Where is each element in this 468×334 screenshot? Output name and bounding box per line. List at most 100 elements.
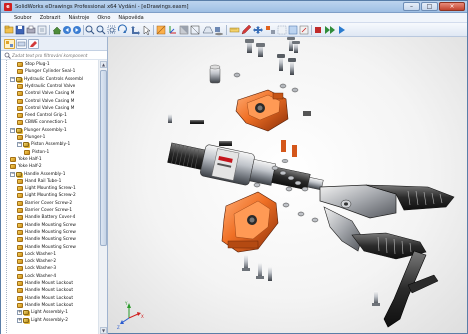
pan-icon[interactable] [131, 26, 140, 35]
options-icon[interactable] [37, 25, 47, 35]
tree-item[interactable]: Handle Battery Cover-4 [17, 214, 75, 221]
previous-icon[interactable] [63, 26, 71, 34]
search-icon [4, 52, 11, 59]
mark-up-icon[interactable] [241, 24, 252, 35]
menu-zobrazit[interactable]: Zobrazit [36, 13, 65, 22]
part-icon [17, 200, 23, 206]
transparency-icon[interactable] [288, 25, 298, 35]
zoom-area-icon[interactable] [107, 25, 116, 34]
tree-item[interactable]: Hand Rail Tube-1 [17, 178, 61, 185]
search-input[interactable] [12, 52, 104, 59]
tree-item[interactable]: Handle Mount Lockout [17, 287, 73, 294]
zoom-fit-icon[interactable] [85, 25, 95, 35]
stop-plug-icon[interactable] [209, 64, 221, 84]
tree-item[interactable]: − Plunger Assembly-1 [10, 127, 67, 134]
handle-icon[interactable] [383, 250, 439, 328]
collapse-icon[interactable]: − [10, 76, 15, 82]
maximize-icon[interactable]: □ [421, 2, 438, 11]
menu-soubor[interactable]: Soubor [10, 13, 36, 22]
close-icon[interactable]: × [439, 2, 465, 11]
tree-item[interactable]: Lock Washer-3 [17, 265, 56, 272]
expand-icon[interactable]: + [17, 310, 22, 316]
tree-item[interactable]: Feed Control Grip-1 [17, 112, 67, 119]
triad-x-label: X [141, 314, 144, 319]
menu-okno[interactable]: Okno [93, 13, 114, 22]
wireframe-icon[interactable] [190, 25, 200, 35]
tree-item[interactable]: Hydraulic Control Valve [17, 83, 75, 90]
tree-item[interactable]: Control Valve Casing M [17, 90, 74, 97]
collapse-icon[interactable]: − [10, 127, 15, 133]
tree-item[interactable]: Handle Mounting Screw [17, 229, 76, 236]
tree-item[interactable]: Handle Mount Lockout [17, 295, 73, 302]
perspective-icon[interactable] [202, 26, 214, 34]
measure-icon[interactable] [229, 27, 240, 33]
rotate-icon[interactable] [117, 24, 127, 33]
scroll-thumb[interactable] [100, 70, 107, 246]
screw-icon[interactable] [245, 37, 300, 75]
select-icon[interactable] [143, 25, 151, 36]
configurations-icon[interactable] [16, 39, 27, 49]
print-icon[interactable] [26, 25, 36, 34]
tree-item[interactable]: + Light Assembly-2 [17, 317, 68, 324]
play-icon[interactable] [339, 26, 345, 34]
tree-item[interactable]: Handle Mount Lockout [17, 280, 73, 287]
tree-item[interactable]: + Light Assembly-1 [17, 309, 68, 316]
tree-item[interactable]: Lock Washer-1 [17, 251, 56, 258]
components-icon[interactable] [4, 39, 15, 49]
shadows-icon[interactable] [215, 27, 223, 36]
tree-item[interactable]: Yoke Half-2 [10, 163, 42, 170]
scroll-down-icon[interactable]: ▼ [100, 327, 107, 334]
tree-item[interactable]: − Handle Assembly-1 [10, 171, 65, 178]
3d-pointer-icon[interactable] [169, 26, 176, 34]
tree-item[interactable]: Barrier Cover Screw-2 [17, 200, 72, 207]
tree-item[interactable]: CBWE connection-1 [17, 119, 67, 126]
menu-napoveda[interactable]: Nápověda [114, 13, 147, 22]
tree-item[interactable]: Control Valve Casing M [17, 105, 74, 112]
zoom-icon[interactable] [96, 25, 106, 35]
tree-item[interactable]: Plunger-1 [17, 134, 45, 141]
tree-item[interactable]: Piston-1 [24, 149, 49, 156]
tree-item[interactable]: Handle Mount Lockout [17, 302, 73, 309]
explode-icon[interactable] [266, 26, 275, 34]
tree-item[interactable]: Light Mounting Screw-1 [17, 185, 76, 192]
hide-icon[interactable] [277, 25, 287, 35]
expand-icon[interactable]: + [17, 317, 22, 323]
hydraulic-block-icon[interactable] [235, 89, 289, 132]
collapse-icon[interactable]: − [17, 142, 22, 148]
plunger-cylinder-icon[interactable] [166, 137, 325, 201]
next-icon[interactable] [73, 26, 81, 34]
model-viewport[interactable]: Y X Z [108, 37, 467, 333]
tree-item[interactable]: Plunger Cylinder Seal-1 [17, 68, 75, 75]
stop-icon[interactable] [315, 27, 321, 33]
home-icon[interactable] [52, 26, 62, 35]
collapse-icon[interactable]: − [10, 171, 15, 177]
tree-item[interactable]: Handle Mounting Screw [17, 222, 76, 229]
tree-item[interactable]: Lock Washer-4 [17, 273, 56, 280]
tree-item[interactable]: Handle Mounting Screw [17, 244, 76, 251]
tree-item[interactable]: − Hydraulic Controls Assembl [10, 76, 83, 83]
minimize-icon[interactable]: – [403, 2, 420, 11]
yoke-half-icon[interactable] [221, 191, 279, 253]
tree-scrollbar[interactable]: ▲ ▼ [98, 60, 107, 334]
scroll-up-icon[interactable]: ▲ [100, 61, 107, 68]
tree-item[interactable]: Yoke Half-1 [10, 156, 42, 163]
tree-item[interactable]: Light Mounting Screw-2 [17, 192, 76, 199]
tree-item[interactable]: Control Valve Casing M [17, 98, 74, 105]
tree-item[interactable]: Handle Mounting Screw [17, 236, 76, 243]
tree-item[interactable]: Lock Washer-2 [17, 258, 56, 265]
edrawings-logo-icon[interactable]: e [4, 3, 12, 11]
move-icon[interactable] [253, 26, 263, 34]
shaded-icon[interactable] [179, 25, 189, 35]
main-toolbar [1, 23, 467, 37]
jaw-blade-icon[interactable] [319, 184, 455, 260]
reset-icon[interactable] [299, 25, 309, 35]
save-icon[interactable] [15, 25, 25, 35]
animate-icon[interactable] [325, 26, 335, 34]
section-icon[interactable] [156, 25, 166, 35]
menu-nastroje[interactable]: Nástroje [64, 13, 93, 22]
markup-icon[interactable] [28, 39, 39, 49]
tree-item[interactable]: − Piston Assembly-1 [17, 141, 70, 148]
tree-item[interactable]: Barrier Cover Screw-1 [17, 207, 72, 214]
tree-item[interactable]: Stop Plug-1 [17, 61, 50, 68]
open-icon[interactable] [4, 25, 14, 34]
